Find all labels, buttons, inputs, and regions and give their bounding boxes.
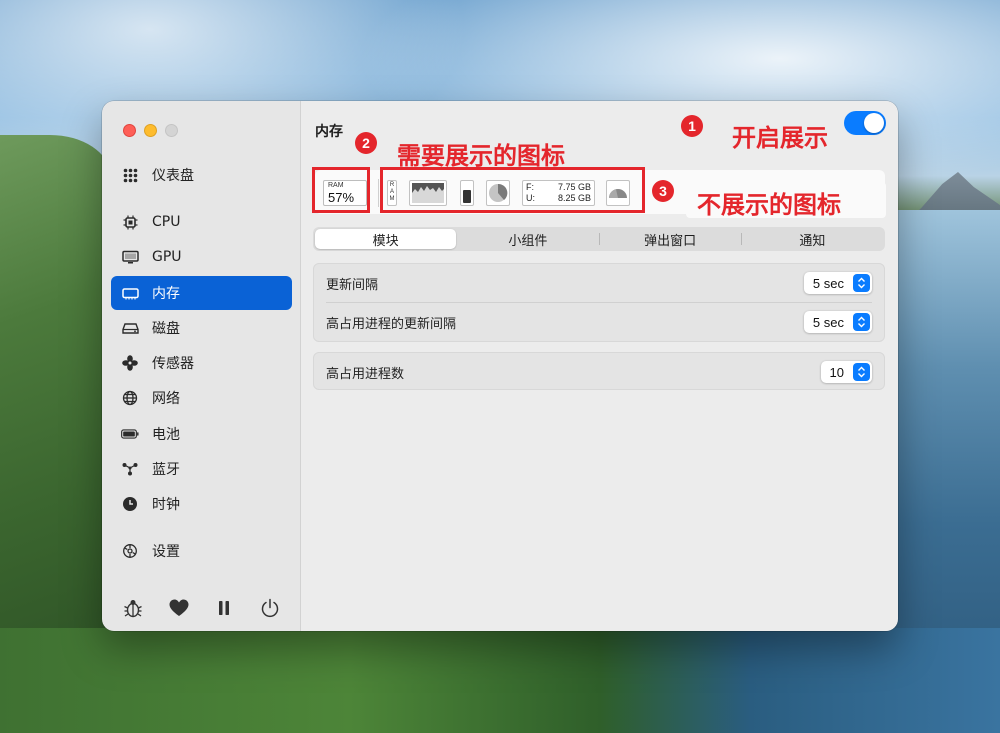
sidebar-item-label: 设置 — [152, 544, 180, 560]
top-process-count-row: 高占用进程数 10 — [314, 353, 884, 391]
top-process-interval-value: 5 sec — [812, 314, 844, 330]
sidebar-item-network[interactable]: 网络 — [111, 381, 292, 415]
sidebar-item-clock[interactable]: 时钟 — [111, 487, 292, 521]
sidebar-item-label: 磁盘 — [152, 321, 180, 337]
chevron-updown-icon — [853, 363, 870, 381]
pause-icon[interactable] — [213, 597, 235, 619]
cpu-icon — [121, 213, 139, 231]
minimize-button[interactable] — [144, 124, 157, 137]
top-process-count-select[interactable]: 10 — [820, 361, 872, 383]
chevron-updown-icon — [853, 313, 870, 331]
gear-icon — [121, 542, 139, 560]
annotation-icons-not-shown: 不展示的图标 — [697, 191, 841, 219]
battery-icon — [121, 425, 139, 443]
dashboard-icon — [121, 166, 139, 184]
sidebar-item-label: 传感器 — [152, 356, 194, 372]
top-process-interval-row: 高占用进程的更新间隔 5 sec — [314, 302, 884, 341]
widget-separator — [378, 179, 379, 207]
sidebar-item-label: GPU — [152, 249, 182, 265]
sidebar-item-sensors[interactable]: 传感器 — [111, 346, 292, 380]
window-controls — [123, 124, 178, 137]
annotation-enable-display: 开启展示 — [732, 124, 828, 152]
enable-module-toggle[interactable] — [844, 111, 886, 135]
tab-notifications[interactable]: 通知 — [742, 229, 883, 249]
update-interval-select[interactable]: 5 sec — [803, 272, 872, 294]
tab-popup[interactable]: 弹出窗口 — [600, 229, 741, 249]
sidebar-item-bluetooth[interactable]: 蓝牙 — [111, 452, 292, 486]
sidebar-item-disk[interactable]: 磁盘 — [111, 311, 292, 345]
bug-icon[interactable] — [122, 597, 144, 619]
top-process-interval-select[interactable]: 5 sec — [803, 311, 872, 333]
chevron-updown-icon — [853, 274, 870, 292]
power-icon[interactable] — [259, 597, 281, 619]
tab-module[interactable]: 模块 — [315, 229, 457, 249]
top-process-count-value: 10 — [829, 364, 844, 380]
sidebar-item-ram[interactable]: 内存 — [111, 276, 292, 310]
annotation-icons-to-show: 需要展示的图标 — [397, 142, 565, 170]
heart-icon[interactable] — [168, 597, 190, 619]
page-title: 内存 — [315, 124, 343, 140]
wallpaper-bottom — [0, 628, 1000, 733]
update-interval-value: 5 sec — [812, 275, 844, 291]
disk-icon — [121, 319, 139, 337]
sidebar-item-gpu[interactable]: GPU — [111, 240, 292, 274]
annotation-badge-1: 1 — [681, 115, 703, 137]
sidebar-item-label: 内存 — [152, 286, 180, 302]
fan-icon — [121, 354, 139, 372]
annotation-badge-2: 2 — [355, 132, 377, 154]
tab-bar: 模块 小组件 弹出窗口 通知 — [313, 227, 885, 251]
update-interval-label: 更新间隔 — [326, 277, 379, 293]
clock-icon — [121, 495, 139, 513]
sidebar-item-label: 电池 — [152, 427, 180, 443]
annotation-box-hidden-icons — [380, 167, 645, 213]
sidebar-item-battery[interactable]: 电池 — [111, 417, 292, 451]
zoom-button[interactable] — [165, 124, 178, 137]
sidebar: 仪表盘 CPU GPU 内存 磁盘 传感器 网络 电池 蓝牙 时钟 设置 — [102, 101, 301, 631]
sidebar-footer — [102, 597, 301, 619]
sidebar-item-dashboard[interactable]: 仪表盘 — [111, 158, 292, 192]
sidebar-item-label: CPU — [152, 214, 181, 230]
annotation-box-shown-icons — [312, 167, 370, 213]
sidebar-item-label: 时钟 — [152, 497, 180, 513]
gpu-icon — [121, 248, 139, 266]
tab-widget[interactable]: 小组件 — [457, 229, 598, 249]
sidebar-item-settings[interactable]: 设置 — [111, 534, 292, 568]
annotation-badge-3: 3 — [652, 180, 674, 202]
top-process-count-label: 高占用进程数 — [326, 366, 405, 382]
bluetooth-icon — [121, 460, 139, 478]
close-button[interactable] — [123, 124, 136, 137]
interval-settings-group: 更新间隔 5 sec 高占用进程的更新间隔 5 sec — [313, 263, 885, 342]
sidebar-item-cpu[interactable]: CPU — [111, 205, 292, 239]
process-count-group: 高占用进程数 10 — [313, 352, 885, 390]
top-process-interval-label: 高占用进程的更新间隔 — [326, 316, 457, 332]
ram-icon — [121, 284, 139, 302]
sidebar-item-label: 仪表盘 — [152, 168, 194, 184]
update-interval-row: 更新间隔 5 sec — [314, 264, 884, 302]
sidebar-item-label: 网络 — [152, 391, 180, 407]
toggle-knob — [864, 113, 884, 133]
sidebar-item-label: 蓝牙 — [152, 462, 180, 478]
globe-icon — [121, 389, 139, 407]
